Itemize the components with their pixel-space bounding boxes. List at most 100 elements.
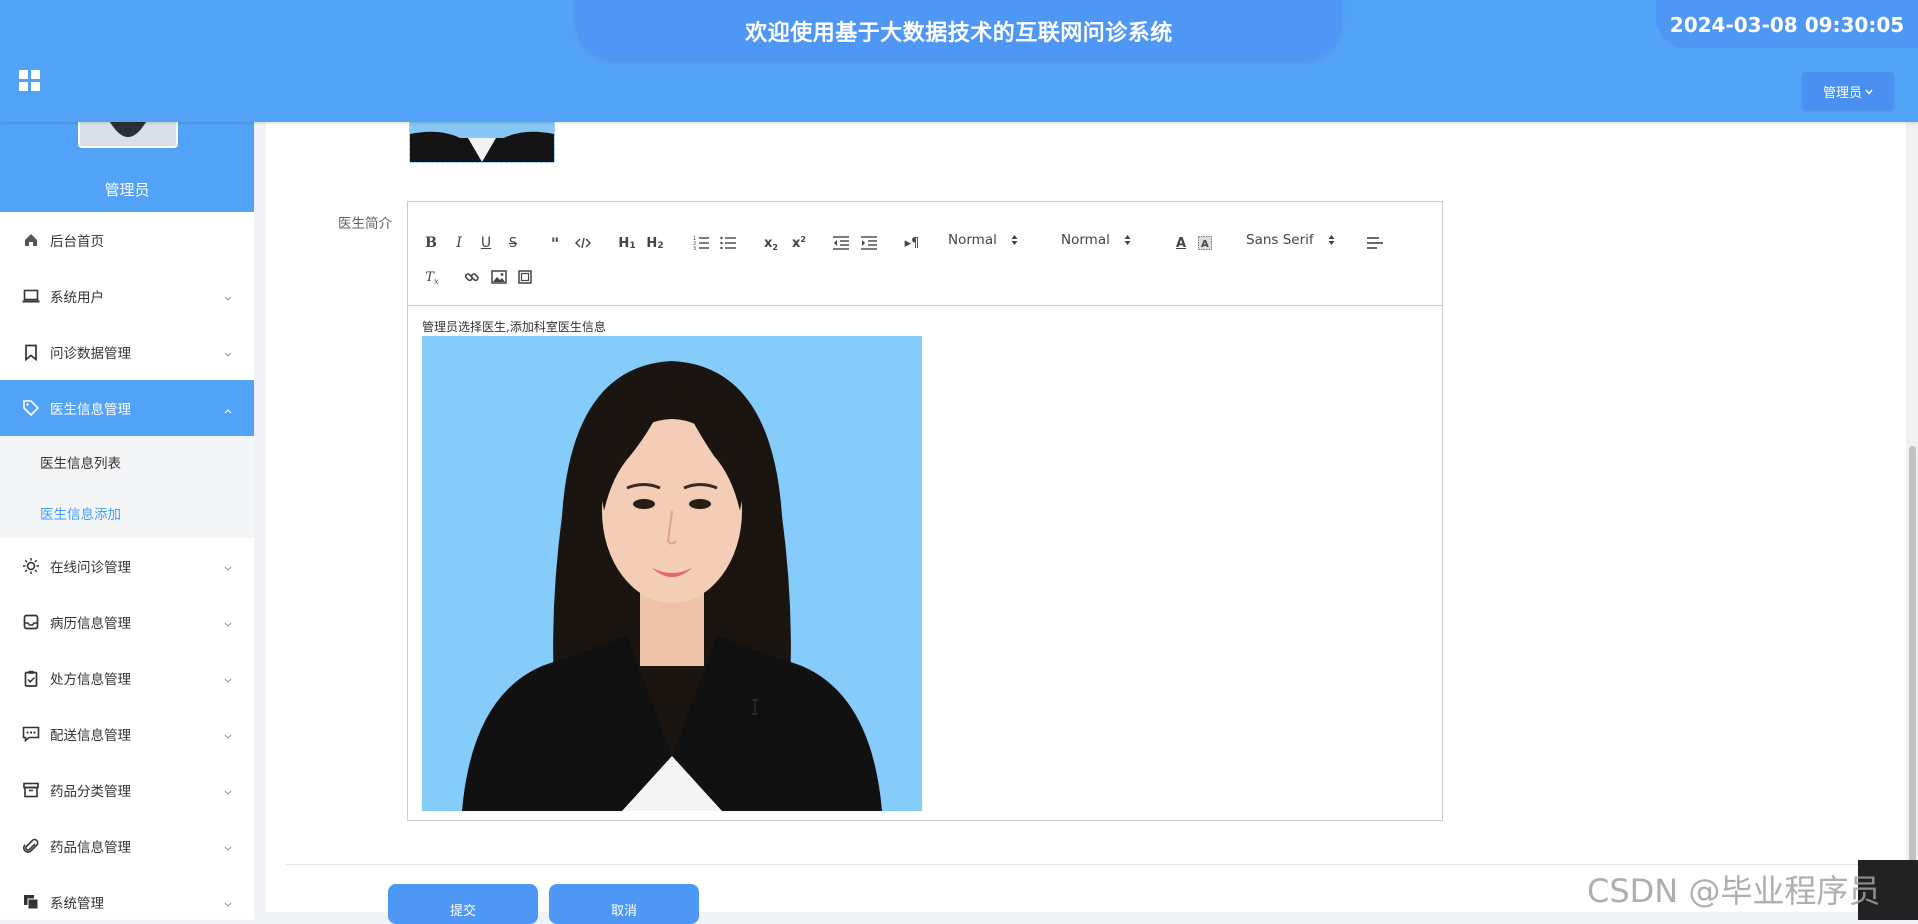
- sidebar-item-drug-info[interactable]: 药品信息管理: [0, 818, 254, 874]
- sidebar-item-label: 药品分类管理: [50, 784, 131, 800]
- sidebar-subitem-doctor-add[interactable]: 医生信息添加: [0, 487, 254, 538]
- tag-icon: [22, 399, 40, 417]
- align-icon[interactable]: [1366, 232, 1384, 254]
- h2-icon[interactable]: H2: [644, 232, 666, 254]
- sidebar-item-doctor-info[interactable]: 医生信息管理: [0, 380, 254, 436]
- clipboard-check-icon: [22, 669, 40, 687]
- chevron-down-icon: [224, 560, 232, 571]
- scrollbar-thumb[interactable]: [1909, 446, 1916, 912]
- size-select[interactable]: Normal: [1061, 232, 1131, 248]
- font-select-value: Sans Serif: [1246, 232, 1314, 248]
- text-cursor-icon: [752, 699, 758, 715]
- sidebar-item-label: 问诊数据管理: [50, 346, 131, 362]
- text-direction-icon[interactable]: ▸¶: [902, 232, 922, 254]
- svg-text:A: A: [1201, 239, 1209, 250]
- sidebar-subitem-doctor-list[interactable]: 医生信息列表: [0, 436, 254, 487]
- bullet-list-icon[interactable]: [718, 232, 738, 254]
- intro-label: 医生简介: [338, 216, 392, 232]
- copy-icon: [22, 893, 40, 911]
- sidebar-item-home[interactable]: 后台首页: [0, 212, 254, 268]
- chevron-down-icon: [224, 840, 232, 851]
- sidebar-item-system-users[interactable]: 系统用户: [0, 268, 254, 324]
- inbox-icon: [22, 613, 40, 631]
- grid-icon[interactable]: [19, 70, 41, 92]
- user-menu-label: 管理员: [1822, 85, 1862, 101]
- background-color-icon[interactable]: A: [1196, 232, 1214, 254]
- watermark: CSDN @毕业程序员: [1587, 872, 1881, 910]
- sun-icon: [22, 557, 40, 575]
- avatar-area: [0, 122, 254, 166]
- svg-text:3: 3: [693, 246, 696, 250]
- chat-icon: [22, 725, 40, 743]
- text-color-icon[interactable]: A: [1172, 232, 1190, 254]
- avatar: [78, 122, 178, 148]
- editor-content[interactable]: 管理员选择医生,添加科室医生信息: [408, 306, 1442, 811]
- doctor-photo-preview[interactable]: [409, 122, 555, 163]
- chevron-down-icon: [224, 290, 232, 301]
- sidebar-item-label: 医生信息管理: [50, 402, 131, 418]
- strike-icon[interactable]: S: [504, 232, 522, 254]
- datetime-display: 2024-03-08 09:30:05: [1669, 13, 1905, 37]
- select-arrows-icon: [1124, 234, 1131, 246]
- italic-icon[interactable]: I: [450, 232, 468, 254]
- editor-toolbar: B I U S " H1 H2 123 x2 x2 ▸¶ Normal Norm…: [408, 202, 1442, 306]
- title-banner: 欢迎使用基于大数据技术的互联网问诊系统: [575, 0, 1343, 60]
- size-select-value: Normal: [1061, 232, 1110, 248]
- chevron-down-icon: [224, 784, 232, 795]
- main-content: 医生简介 B I U S " H1 H2 123 x2 x2 ▸¶ Normal…: [266, 122, 1918, 924]
- sidebar-item-label: 在线问诊管理: [50, 560, 131, 576]
- user-menu-button[interactable]: 管理员: [1802, 72, 1894, 110]
- doctor-info-submenu: 医生信息列表 医生信息添加: [0, 436, 254, 538]
- bold-icon[interactable]: B: [422, 232, 440, 254]
- header-select-value: Normal: [948, 232, 997, 248]
- form-divider: [286, 864, 1916, 865]
- laptop-icon: [22, 287, 40, 305]
- sidebar-item-drug-category[interactable]: 药品分类管理: [0, 762, 254, 818]
- chevron-down-icon: [224, 346, 232, 357]
- top-header: 欢迎使用基于大数据技术的互联网问诊系统 2024-03-08 09:30:05 …: [0, 0, 1918, 122]
- sidebar-item-prescription[interactable]: 处方信息管理: [0, 650, 254, 706]
- sidebar-item-label: 系统管理: [50, 896, 104, 912]
- subscript-icon[interactable]: x2: [760, 232, 782, 254]
- blockquote-icon[interactable]: ": [546, 232, 564, 254]
- video-icon[interactable]: [515, 266, 535, 288]
- sidebar-role: 管理员: [0, 166, 254, 212]
- chevron-up-icon: [224, 402, 232, 414]
- bookmark-icon: [22, 343, 40, 361]
- sidebar-item-consult-data[interactable]: 问诊数据管理: [0, 324, 254, 380]
- sidebar-item-medical-record[interactable]: 病历信息管理: [0, 594, 254, 650]
- datetime-banner: 2024-03-08 09:30:05: [1656, 0, 1918, 48]
- font-select[interactable]: Sans Serif: [1246, 232, 1335, 248]
- sidebar-item-label: 病历信息管理: [50, 616, 131, 632]
- select-arrows-icon: [1011, 234, 1018, 246]
- outdent-icon[interactable]: [831, 232, 851, 254]
- doctor-photo: [422, 336, 922, 811]
- submit-button[interactable]: 提交: [388, 884, 538, 924]
- cancel-button[interactable]: 取消: [549, 884, 699, 924]
- sidebar-item-label: 配送信息管理: [50, 728, 131, 744]
- header-select[interactable]: Normal: [948, 232, 1018, 248]
- sidebar-item-label: 药品信息管理: [50, 840, 131, 856]
- editor-text: 管理员选择医生,添加科室医生信息: [422, 320, 606, 334]
- code-icon[interactable]: [574, 232, 592, 254]
- link-icon[interactable]: [462, 266, 482, 288]
- archive-icon: [22, 781, 40, 799]
- underline-icon[interactable]: U: [477, 232, 495, 254]
- superscript-icon[interactable]: x2: [788, 232, 810, 254]
- indent-icon[interactable]: [859, 232, 879, 254]
- sidebar-item-delivery[interactable]: 配送信息管理: [0, 706, 254, 762]
- sidebar-item-label: 后台首页: [50, 234, 104, 250]
- chevron-down-icon: [224, 616, 232, 627]
- h1-icon[interactable]: H1: [616, 232, 638, 254]
- ordered-list-icon[interactable]: 123: [691, 232, 711, 254]
- sidebar-item-online-consult[interactable]: 在线问诊管理: [0, 538, 254, 594]
- system-title: 欢迎使用基于大数据技术的互联网问诊系统: [745, 21, 1173, 46]
- select-arrows-icon: [1328, 234, 1335, 246]
- sidebar-item-label: 处方信息管理: [50, 672, 131, 688]
- chevron-down-icon: [1865, 84, 1873, 99]
- chevron-down-icon: [224, 672, 232, 683]
- image-icon[interactable]: [489, 266, 509, 288]
- chevron-down-icon: [224, 728, 232, 739]
- sidebar-item-system-manage[interactable]: 系统管理: [0, 874, 254, 920]
- clear-format-icon[interactable]: Tx: [422, 266, 442, 288]
